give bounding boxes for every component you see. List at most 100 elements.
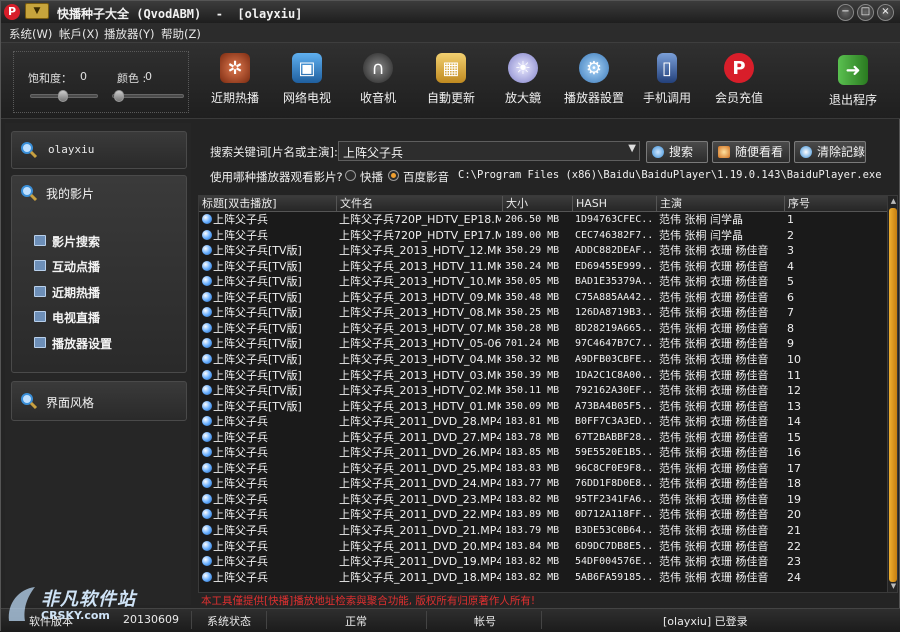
table-cell: B3DE53C0B64... bbox=[575, 525, 655, 536]
toolbar-magnifier-button[interactable]: ☀ 放大鏡 bbox=[487, 53, 559, 113]
menu-help[interactable]: 帮助(Z) bbox=[161, 26, 201, 42]
toolbar-vip-button[interactable]: P 会员充值 bbox=[703, 53, 775, 113]
table-cell: 21 bbox=[787, 524, 801, 537]
col-filename[interactable]: 文件名 bbox=[337, 196, 503, 212]
search-input-value: 上阵父子兵 bbox=[343, 146, 404, 160]
table-cell: 上阵父子兵 bbox=[213, 477, 268, 491]
table-cell: 126DA8719B3... bbox=[575, 307, 655, 319]
table-cell: 范伟 张桐 衣珊 杨佳音 bbox=[659, 461, 769, 475]
title-bar[interactable]: P ▼ 快播种子大全 (QvodABM) - [olayxiu] − □ × bbox=[1, 1, 900, 23]
table-row[interactable]: 上阵父子兵 上阵父子兵_2011_DVD_26.MP4 183.85 MB 59E55… bbox=[199, 445, 887, 461]
scrollbar-thumb[interactable] bbox=[889, 208, 897, 582]
table-row[interactable]: 上阵父子兵[TV版] 上阵父子兵_2013_HDTV_11.MKV 350.24 M… bbox=[199, 259, 887, 275]
table-cell: 上阵父子兵_2011_DVD_18.MP4 bbox=[339, 570, 501, 584]
user-box[interactable]: olayxiu bbox=[11, 131, 187, 169]
table-row[interactable]: 上阵父子兵 上阵父子兵_2011_DVD_27.MP4 183.78 MB 67T2B… bbox=[199, 430, 887, 446]
skin-heading: 界面风格 bbox=[46, 396, 95, 410]
clear-history-button[interactable]: 清除記錄 bbox=[794, 141, 866, 163]
table-cell: 0D712A118FF... bbox=[575, 509, 655, 521]
table-row[interactable]: 上阵父子兵 上阵父子兵_2011_DVD_28.MP4 183.81 MB B0FF7… bbox=[199, 414, 887, 430]
nav-icon bbox=[34, 311, 46, 322]
toolbar-player-settings-button[interactable]: ⚙ 播放器設置 bbox=[558, 53, 630, 113]
menu-system[interactable]: 系统(W) bbox=[9, 26, 52, 42]
table-cell: 范伟 张桐 衣珊 杨佳音 bbox=[659, 244, 769, 258]
random-button[interactable]: 随便看看 bbox=[712, 141, 790, 163]
table-cell: 范伟 张桐 闫学晶 bbox=[659, 228, 743, 242]
col-title[interactable]: 标题[双击播放] bbox=[199, 196, 337, 212]
radio-baidu[interactable] bbox=[388, 170, 399, 181]
col-hash[interactable]: HASH bbox=[573, 196, 657, 212]
col-size[interactable]: 大小 bbox=[503, 196, 573, 212]
account-label: 帐号 bbox=[474, 615, 496, 628]
table-cell: 上阵父子兵[TV版] bbox=[213, 306, 302, 320]
table-row[interactable]: 上阵父子兵 上阵父子兵_2011_DVD_23.MP4 183.82 MB 95TF2… bbox=[199, 492, 887, 508]
col-actors[interactable]: 主演 bbox=[657, 196, 785, 212]
table-row[interactable]: 上阵父子兵[TV版] 上阵父子兵_2013_HDTV_09.MKV 350.48 M… bbox=[199, 290, 887, 306]
table-row[interactable]: 上阵父子兵 上阵父子兵720P_HDTV_EP18.MP4 206.50 MB 1D9… bbox=[199, 212, 887, 228]
search-input[interactable]: 上阵父子兵 ▼ bbox=[338, 141, 640, 161]
app-logo-icon[interactable]: P bbox=[4, 4, 20, 20]
table-cell: 183.81 MB bbox=[505, 416, 560, 428]
toolbar-update-button[interactable]: ▦ 自動更新 bbox=[415, 53, 487, 113]
table-row[interactable]: 上阵父子兵[TV版] 上阵父子兵_2013_HDTV_05-06... 701.24… bbox=[199, 336, 887, 352]
toolbar-hot-button[interactable]: ✲ 近期热播 bbox=[199, 53, 271, 113]
app-menu-button[interactable]: ▼ bbox=[25, 3, 49, 19]
table-cell: 上阵父子兵_2013_HDTV_08.MKV bbox=[339, 306, 501, 320]
table-row[interactable]: 上阵父子兵[TV版] 上阵父子兵_2013_HDTV_03.MKV 350.39 M… bbox=[199, 368, 887, 384]
table-cell: 23 bbox=[787, 555, 801, 569]
scroll-down-icon[interactable]: ▼ bbox=[889, 582, 897, 592]
col-index[interactable]: 序号 bbox=[785, 196, 889, 212]
table-cell: 上阵父子兵_2011_DVD_21.MP4 bbox=[339, 524, 501, 537]
toolbar-radio-button[interactable]: ∩ 收音机 bbox=[342, 53, 414, 113]
table-row[interactable]: 上阵父子兵 上阵父子兵_2011_DVD_18.MP4 183.82 MB 5AB6F… bbox=[199, 570, 887, 586]
radio-qvod[interactable] bbox=[345, 170, 356, 181]
table-row[interactable]: 上阵父子兵[TV版] 上阵父子兵_2013_HDTV_08.MKV 350.25 M… bbox=[199, 305, 887, 321]
minimize-button[interactable]: − bbox=[837, 4, 854, 21]
menu-player[interactable]: 播放器(Y) bbox=[104, 26, 155, 42]
hot-molecule-icon: ✲ bbox=[220, 53, 250, 83]
table-row[interactable]: 上阵父子兵 上阵父子兵_2011_DVD_19.MP4 183.82 MB 54DF0… bbox=[199, 554, 887, 570]
table-cell: 350.05 MB bbox=[505, 276, 560, 288]
table-cell: 183.84 MB bbox=[505, 540, 560, 552]
table-cell: 上阵父子兵_2013_HDTV_07.MKV bbox=[339, 321, 501, 335]
table-row[interactable]: 上阵父子兵 上阵父子兵_2011_DVD_22.MP4 183.89 MB 0D712… bbox=[199, 507, 887, 523]
headphones-icon: ∩ bbox=[363, 53, 393, 83]
radio-qvod-label[interactable]: 快播 bbox=[360, 169, 383, 185]
skin-box[interactable]: 界面风格 bbox=[11, 381, 187, 421]
chevron-down-icon[interactable]: ▼ bbox=[628, 143, 636, 154]
toolbar-exit-button[interactable]: ➜ 退出程序 bbox=[817, 55, 889, 115]
search-panel: 搜索关键词[片名或主演]: 上阵父子兵 ▼ 搜索 随便看看 清除記錄 使用哪种播… bbox=[197, 125, 899, 193]
maximize-button[interactable]: □ bbox=[857, 4, 874, 21]
table-row[interactable]: 上阵父子兵[TV版] 上阵父子兵_2013_HDTV_04.MKV 350.32 M… bbox=[199, 352, 887, 368]
menu-account[interactable]: 帐戶(X) bbox=[59, 26, 99, 42]
table-row[interactable]: 上阵父子兵[TV版] 上阵父子兵_2013_HDTV_01.MKV 350.09 M… bbox=[199, 399, 887, 415]
table-cell: 10 bbox=[787, 352, 801, 366]
table-row[interactable]: 上阵父子兵 上阵父子兵_2011_DVD_24.MP4 183.77 MB 76DD1… bbox=[199, 476, 887, 492]
vertical-scrollbar[interactable]: ▲ ▼ bbox=[887, 196, 897, 592]
table-cell: 183.83 MB bbox=[505, 462, 560, 474]
username-label: olayxiu bbox=[48, 143, 95, 156]
table-cell: ADDC882DEAF... bbox=[575, 245, 655, 257]
table-row[interactable]: 上阵父子兵 上阵父子兵720P_HDTV_EP17.MP4 189.00 MB CEC… bbox=[199, 228, 887, 244]
table-row[interactable]: 上阵父子兵[TV版] 上阵父子兵_2013_HDTV_12.MKV 350.29 M… bbox=[199, 243, 887, 259]
hue-slider-handle[interactable] bbox=[114, 90, 124, 102]
scroll-up-icon[interactable]: ▲ bbox=[889, 197, 897, 207]
toolbar-network-tv-button[interactable]: ▣ 网络电视 bbox=[271, 53, 343, 113]
close-button[interactable]: × bbox=[877, 4, 894, 21]
search-button[interactable]: 搜索 bbox=[646, 141, 708, 163]
toolbar-mobile-button[interactable]: ▯ 手机调用 bbox=[631, 53, 703, 113]
table-header: 标题[双击播放] 文件名 大小 HASH 主演 序号 bbox=[199, 196, 889, 212]
radio-baidu-label[interactable]: 百度影音 bbox=[403, 169, 449, 185]
table-cell: 13 bbox=[787, 399, 801, 413]
table-row[interactable]: 上阵父子兵 上阵父子兵_2011_DVD_20.MP4 183.84 MB 6D9DC… bbox=[199, 539, 887, 555]
table-row[interactable]: 上阵父子兵 上阵父子兵_2011_DVD_21.MP4 183.79 MB B3DE5… bbox=[199, 523, 887, 539]
saturation-slider-handle[interactable] bbox=[58, 90, 68, 102]
table-row[interactable]: 上阵父子兵[TV版] 上阵父子兵_2013_HDTV_02.MKV 350.11 M… bbox=[199, 383, 887, 399]
table-row[interactable]: 上阵父子兵 上阵父子兵_2011_DVD_25.MP4 183.83 MB 96C8C… bbox=[199, 461, 887, 477]
table-cell: 350.09 MB bbox=[505, 400, 560, 412]
table-cell: 上阵父子兵[TV版] bbox=[213, 244, 302, 258]
table-row[interactable]: 上阵父子兵[TV版] 上阵父子兵_2013_HDTV_10.MKV 350.05 M… bbox=[199, 274, 887, 290]
table-row[interactable]: 上阵父子兵[TV版] 上阵父子兵_2013_HDTV_07.MKV 350.28 M… bbox=[199, 321, 887, 337]
table-cell: 上阵父子兵_2013_HDTV_12.MKV bbox=[339, 244, 501, 258]
table-cell: 19 bbox=[787, 492, 801, 506]
